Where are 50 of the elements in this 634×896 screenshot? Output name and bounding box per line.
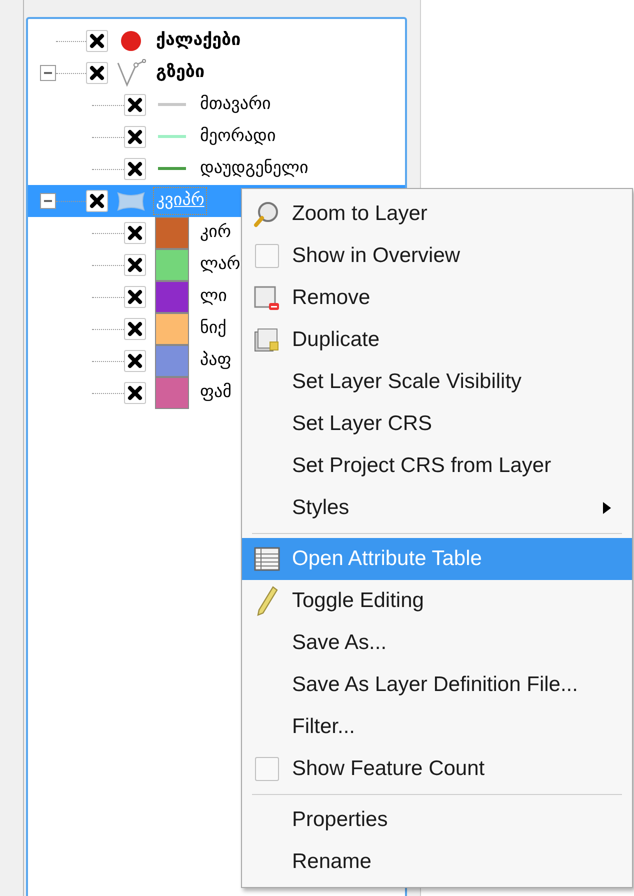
- duplicate-layer-icon: [253, 326, 281, 354]
- remove-layer-icon: [253, 284, 281, 312]
- menu-item[interactable]: Duplicate: [242, 319, 632, 361]
- layer-checkbox[interactable]: [124, 254, 146, 276]
- submenu-arrow-icon: [602, 501, 612, 515]
- collapse-toggle[interactable]: [40, 193, 56, 209]
- menu-item[interactable]: Set Layer CRS: [242, 403, 632, 445]
- layer-name[interactable]: ლი: [198, 284, 229, 310]
- layer-checkbox[interactable]: [124, 222, 146, 244]
- menu-item[interactable]: Show Feature Count: [242, 748, 632, 790]
- menu-checkbox[interactable]: [255, 757, 279, 781]
- layer-name[interactable]: ქალაქები: [154, 28, 243, 54]
- menu-item[interactable]: Rename: [242, 841, 632, 883]
- layer-name[interactable]: გზები: [154, 60, 207, 86]
- menu-item[interactable]: Show in Overview: [242, 235, 632, 277]
- layer-checkbox[interactable]: [124, 126, 146, 148]
- menu-item[interactable]: Toggle Editing: [242, 580, 632, 622]
- menu-checkbox[interactable]: [255, 244, 279, 268]
- menu-item[interactable]: Set Project CRS from Layer: [242, 445, 632, 487]
- layer-checkbox[interactable]: [124, 286, 146, 308]
- collapse-toggle[interactable]: [40, 65, 56, 81]
- layer-name[interactable]: პაფ: [198, 348, 234, 374]
- polygon-layer-icon: [116, 190, 146, 212]
- layer-checkbox[interactable]: [124, 158, 146, 180]
- layer-checkbox[interactable]: [124, 382, 146, 404]
- layer-name[interactable]: მეორადი: [198, 124, 278, 150]
- layer-checkbox[interactable]: [124, 94, 146, 116]
- menu-item[interactable]: Filter...: [242, 706, 632, 748]
- layer-name[interactable]: დაუდგენელი: [198, 156, 310, 182]
- pencil-icon: [255, 585, 279, 617]
- menu-item[interactable]: Set Layer Scale Visibility: [242, 361, 632, 403]
- layer-checkbox[interactable]: [86, 30, 108, 52]
- magnifier-icon: [253, 200, 281, 228]
- menu-item[interactable]: Remove: [242, 277, 632, 319]
- menu-item[interactable]: Zoom to Layer: [242, 193, 632, 235]
- line-layer-icon: [116, 59, 146, 87]
- menu-item[interactable]: Properties: [242, 799, 632, 841]
- layer-checkbox[interactable]: [124, 318, 146, 340]
- layer-checkbox[interactable]: [86, 62, 108, 84]
- menu-item[interactable]: Styles: [242, 487, 632, 529]
- layer-name[interactable]: კირ: [198, 220, 234, 246]
- menu-item[interactable]: Save As...: [242, 622, 632, 664]
- layer-checkbox[interactable]: [124, 350, 146, 372]
- menu-item[interactable]: Save As Layer Definition File...: [242, 664, 632, 706]
- table-icon: [253, 546, 281, 572]
- layer-name[interactable]: ფამ: [198, 380, 234, 406]
- layer-name[interactable]: მთავარი: [198, 92, 273, 118]
- layer-name[interactable]: ნიქ: [198, 316, 228, 342]
- layer-checkbox[interactable]: [86, 190, 108, 212]
- layer-name[interactable]: ლარ: [198, 252, 242, 278]
